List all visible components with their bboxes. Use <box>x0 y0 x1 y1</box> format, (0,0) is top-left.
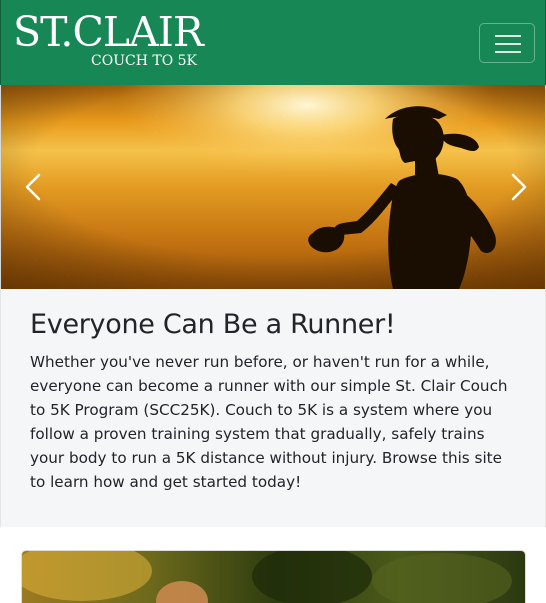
brand-title: ST.CLAIR <box>13 8 204 56</box>
card-image <box>21 550 526 603</box>
carousel-prev-button[interactable] <box>1 85 61 289</box>
chevron-left-icon <box>25 173 41 201</box>
page-heading: Everyone Can Be a Runner! <box>30 309 396 340</box>
carousel-next-button[interactable] <box>485 85 545 289</box>
intro-section: Everyone Can Be a Runner! Whether you've… <box>0 289 546 527</box>
hero-image <box>1 85 545 289</box>
brand-logo[interactable]: ST.CLAIR COUCH TO 5K <box>13 8 204 69</box>
navbar: ST.CLAIR COUCH TO 5K <box>0 0 546 85</box>
brand-subtitle: COUCH TO 5K <box>91 53 197 69</box>
hero-carousel <box>0 85 546 289</box>
intro-paragraph: Whether you've never run before, or have… <box>30 353 508 491</box>
chevron-right-icon <box>511 173 527 201</box>
menu-toggle-button[interactable] <box>479 23 535 63</box>
